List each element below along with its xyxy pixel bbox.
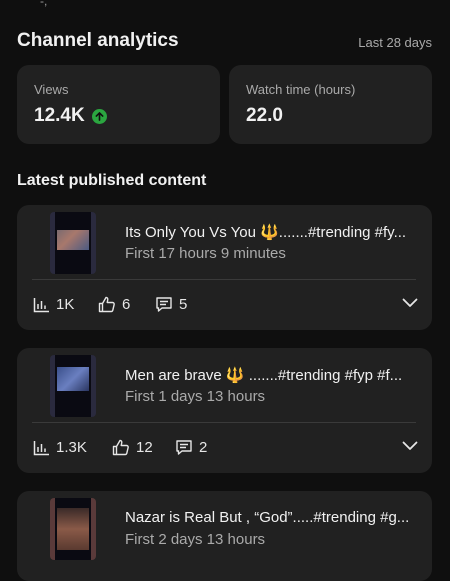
content-card[interactable]: Nazar is Real But , “God”.....#trending …	[17, 491, 432, 581]
video-title[interactable]: Nazar is Real But , “God”.....#trending …	[125, 509, 420, 526]
thumbs-up-icon	[98, 296, 115, 313]
metrics-row: 1.3K 12 2	[33, 439, 418, 459]
comments-count: 5	[179, 296, 188, 313]
likes-metric: 6	[98, 296, 130, 313]
section-title: Latest published content	[17, 172, 207, 189]
content-card[interactable]: Its Only You Vs You 🔱.......#trending #f…	[17, 205, 432, 330]
bar-chart-icon	[33, 297, 49, 312]
analytics-header: Channel analytics Last 28 days	[17, 30, 432, 56]
metrics-row: 1K 6 5	[33, 296, 418, 316]
watch-time-stat-card[interactable]: Watch time (hours) 22.0	[229, 65, 432, 144]
video-title[interactable]: Its Only You Vs You 🔱.......#trending #f…	[125, 223, 420, 241]
views-value-row: 12.4K	[34, 105, 107, 127]
watch-time-value: 22.0	[246, 105, 283, 126]
video-thumbnail[interactable]	[50, 212, 96, 274]
video-title[interactable]: Men are brave 🔱 .......#trending #fyp #f…	[125, 366, 420, 384]
likes-count: 12	[136, 439, 153, 456]
video-thumbnail[interactable]	[50, 355, 96, 417]
thumbs-up-icon	[112, 439, 129, 456]
arrow-up-icon	[91, 108, 107, 124]
video-age: First 17 hours 9 minutes	[125, 245, 286, 262]
views-label: Views	[34, 82, 69, 97]
divider	[32, 422, 416, 423]
content-card[interactable]: Men are brave 🔱 .......#trending #fyp #f…	[17, 348, 432, 473]
comments-metric: 2	[175, 439, 207, 456]
comments-count: 2	[199, 439, 208, 456]
comments-metric: 5	[155, 296, 187, 313]
views-metric: 1K	[33, 296, 74, 313]
period-label[interactable]: Last 28 days	[358, 35, 432, 50]
views-count: 1K	[56, 296, 75, 313]
likes-count: 6	[122, 296, 131, 313]
views-count: 1.3K	[56, 439, 87, 456]
video-age: First 2 days 13 hours	[125, 531, 266, 548]
chevron-down-icon[interactable]	[402, 441, 418, 451]
top-fragment-text: -,	[40, 0, 48, 8]
video-age: First 1 days 13 hours	[125, 388, 266, 405]
chevron-down-icon[interactable]	[402, 298, 418, 308]
page-title: Channel analytics	[17, 30, 179, 51]
likes-metric: 12	[112, 439, 153, 456]
comment-icon	[176, 440, 192, 455]
views-value: 12.4K	[34, 105, 85, 126]
views-stat-card[interactable]: Views 12.4K	[17, 65, 220, 144]
video-thumbnail[interactable]	[50, 498, 96, 560]
divider	[32, 279, 416, 280]
views-metric: 1.3K	[33, 439, 87, 456]
bar-chart-icon	[33, 440, 49, 455]
watch-time-label: Watch time (hours)	[246, 82, 356, 97]
comment-icon	[156, 297, 172, 312]
